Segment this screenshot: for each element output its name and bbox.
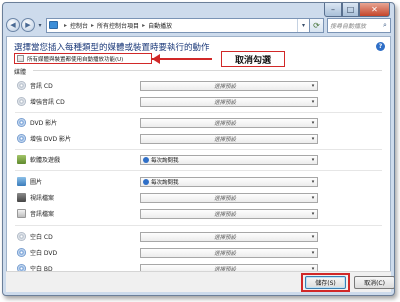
select-value: 選擇預設 <box>213 251 236 257</box>
dvd-disc-icon <box>17 134 26 143</box>
breadcrumb-autoplay[interactable]: 自動播放 <box>148 21 172 30</box>
dvd-disc-icon <box>17 118 26 127</box>
chevron-down-icon: ▾ <box>311 211 315 217</box>
pictures-icon <box>17 177 26 186</box>
select-value: 選擇預設 <box>213 137 236 143</box>
select-value: 選擇預設 <box>213 84 236 90</box>
breadcrumb-separator: ▸ <box>64 21 68 29</box>
media-label: 軟體及遊戲 <box>30 157 61 164</box>
audio-file-icon <box>17 209 26 218</box>
forward-arrow-icon[interactable]: ▶ <box>21 18 35 32</box>
select-value: 選擇預設 <box>213 121 236 127</box>
address-dropdown-icon[interactable]: ▾ <box>297 18 309 32</box>
back-arrow-icon[interactable]: ◀ <box>6 18 20 32</box>
refresh-button[interactable]: ⟳ <box>310 17 324 33</box>
group-divider <box>15 112 382 113</box>
media-label: DVD 影片 <box>30 120 58 127</box>
breadcrumb-separator: ▸ <box>142 21 146 29</box>
media-action-select[interactable]: 選擇預設 ▾ <box>140 97 318 107</box>
breadcrumb-all-items[interactable]: 所有控制台項目 <box>97 21 139 30</box>
select-value: 選擇預設 <box>213 212 236 218</box>
games-icon <box>17 155 26 164</box>
group-divider <box>15 225 382 226</box>
ask-icon <box>143 179 149 185</box>
use-autoplay-checkbox[interactable] <box>17 55 24 62</box>
autoplay-window: – □ ✕ ◀ ▶ ▾ ▸ 控制台 ▸ 所有控制台項目 ▸ 自動播放 ▾ ⟳ 搜… <box>2 2 395 296</box>
media-action-select[interactable]: 選擇預設 ▾ <box>140 134 318 144</box>
chevron-down-icon: ▾ <box>311 179 315 185</box>
chevron-down-icon: ▾ <box>311 234 315 240</box>
media-action-select[interactable]: 選擇預設 ▾ <box>140 248 318 258</box>
media-label: 圖片 <box>30 179 43 186</box>
chevron-down-icon: ▾ <box>311 83 315 89</box>
address-row: ◀ ▶ ▾ ▸ 控制台 ▸ 所有控制台項目 ▸ 自動播放 ▾ ⟳ 搜尋自動播放 … <box>6 16 391 34</box>
cd-disc-icon <box>17 97 26 106</box>
annotation-arrow <box>152 58 212 60</box>
select-value: 選擇預設 <box>213 196 236 202</box>
breadcrumb-control-panel[interactable]: 控制台 <box>70 21 88 30</box>
chevron-down-icon: ▾ <box>311 195 315 201</box>
select-value: 每次詢問我 <box>151 158 179 164</box>
select-value: 選擇預設 <box>213 100 236 106</box>
annotation-callout: 取消勾選 <box>221 51 285 67</box>
chevron-down-icon: ▾ <box>311 120 315 126</box>
search-icon[interactable]: ⌕ <box>380 21 390 30</box>
media-action-select[interactable]: 選擇預設 ▾ <box>140 232 318 242</box>
cancel-button[interactable]: 取消(C) <box>354 276 394 289</box>
control-panel-icon <box>49 21 58 29</box>
group-divider <box>15 170 382 171</box>
media-label: 增強音訊 CD <box>30 99 65 106</box>
search-placeholder: 搜尋自動播放 <box>330 22 367 30</box>
chevron-down-icon: ▾ <box>311 250 315 256</box>
media-action-select[interactable]: 選擇預設 ▾ <box>140 209 318 219</box>
autoplay-content: 選擇當您插入每種類型的媒體或裝置時要執行的動作 ? 所有媒體與裝置都使用自動播放… <box>6 36 391 292</box>
annotation-arrow-head <box>152 54 160 64</box>
page-title: 選擇當您插入每種類型的媒體或裝置時要執行的動作 <box>14 43 210 53</box>
blank-cd-icon <box>17 232 26 241</box>
media-action-select[interactable]: 選擇預設 ▾ <box>140 118 318 128</box>
section-divider <box>33 70 382 71</box>
use-autoplay-label: 所有媒體與裝置都使用自動播放功能(U) <box>27 56 124 63</box>
media-section-label: 媒體 <box>14 69 27 76</box>
close-button[interactable]: ✕ <box>359 3 390 17</box>
blank-dvd-icon <box>17 248 26 257</box>
chevron-down-icon: ▾ <box>311 136 315 142</box>
search-input[interactable]: 搜尋自動播放 ⌕ <box>327 17 391 33</box>
media-action-select[interactable]: 選擇預設 ▾ <box>140 81 318 91</box>
media-action-select[interactable]: 每次詢問我 ▾ <box>140 155 318 165</box>
maximize-button[interactable]: □ <box>342 3 359 17</box>
breadcrumb-separator: ▸ <box>91 21 95 29</box>
help-icon[interactable]: ? <box>376 42 385 51</box>
chevron-down-icon: ▾ <box>311 99 315 105</box>
chevron-down-icon: ▾ <box>311 157 315 163</box>
video-file-icon <box>17 193 26 202</box>
media-label: 視訊檔案 <box>30 195 55 202</box>
media-label: 音訊檔案 <box>30 211 55 218</box>
media-label: 增強 DVD 影片 <box>30 136 72 143</box>
group-divider <box>15 149 382 150</box>
button-bar: 儲存(S) 取消(C) <box>6 271 394 292</box>
media-action-select[interactable]: 選擇預設 ▾ <box>140 193 318 203</box>
media-label: 空白 DVD <box>30 250 58 257</box>
minimize-button[interactable]: – <box>324 3 342 17</box>
caption-buttons: – □ ✕ <box>324 3 390 17</box>
recent-pages-dropdown[interactable]: ▾ <box>36 22 44 29</box>
select-value: 每次詢問我 <box>151 180 179 186</box>
media-label: 空白 CD <box>30 234 53 241</box>
ask-icon <box>143 157 149 163</box>
media-label: 音訊 CD <box>30 83 53 90</box>
address-bar[interactable]: ▸ 控制台 ▸ 所有控制台項目 ▸ 自動播放 ▾ <box>46 17 310 33</box>
media-action-select[interactable]: 每次詢問我 ▾ <box>140 177 318 187</box>
use-autoplay-checkbox-row[interactable]: 所有媒體與裝置都使用自動播放功能(U) <box>14 53 152 64</box>
cd-disc-icon <box>17 81 26 90</box>
select-value: 選擇預設 <box>213 235 236 241</box>
save-button[interactable]: 儲存(S) <box>305 276 346 289</box>
